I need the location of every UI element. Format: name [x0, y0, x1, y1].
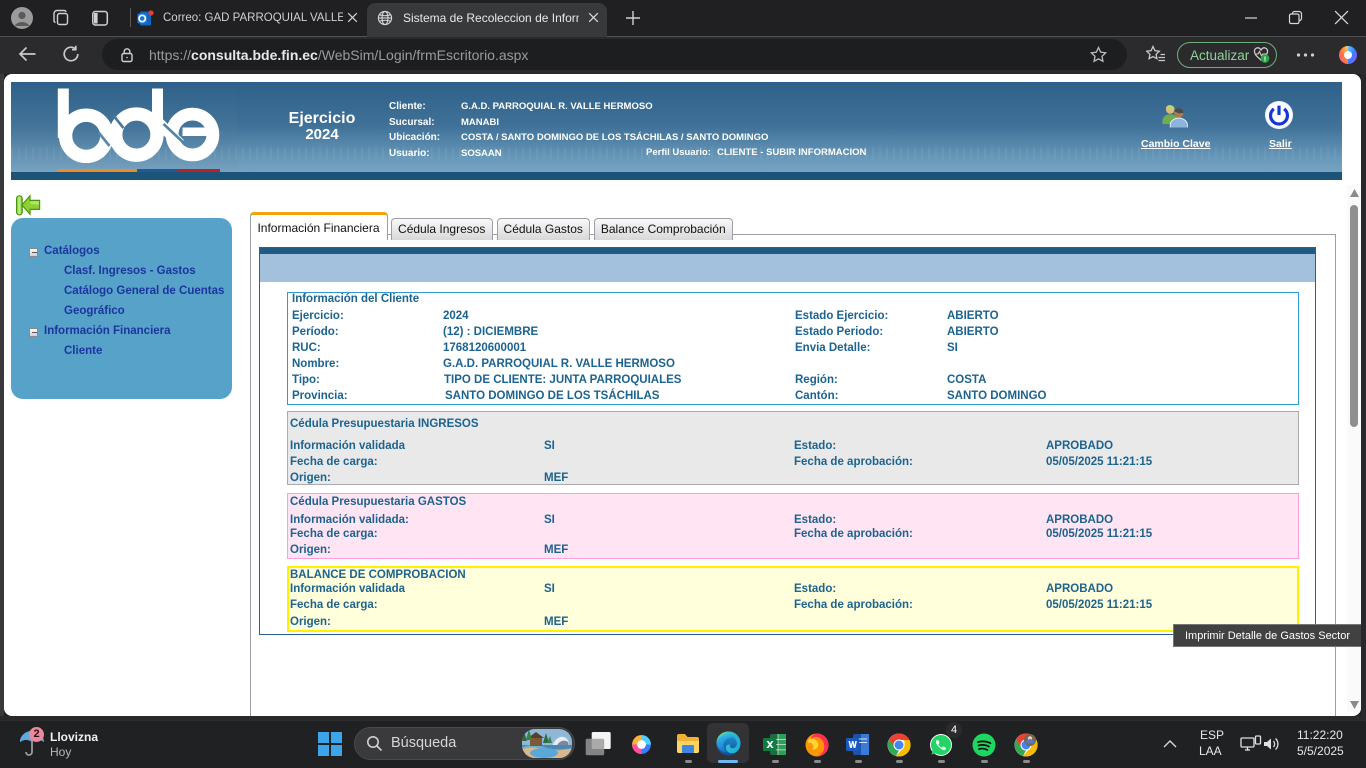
svg-text:!: ! — [1264, 55, 1267, 64]
